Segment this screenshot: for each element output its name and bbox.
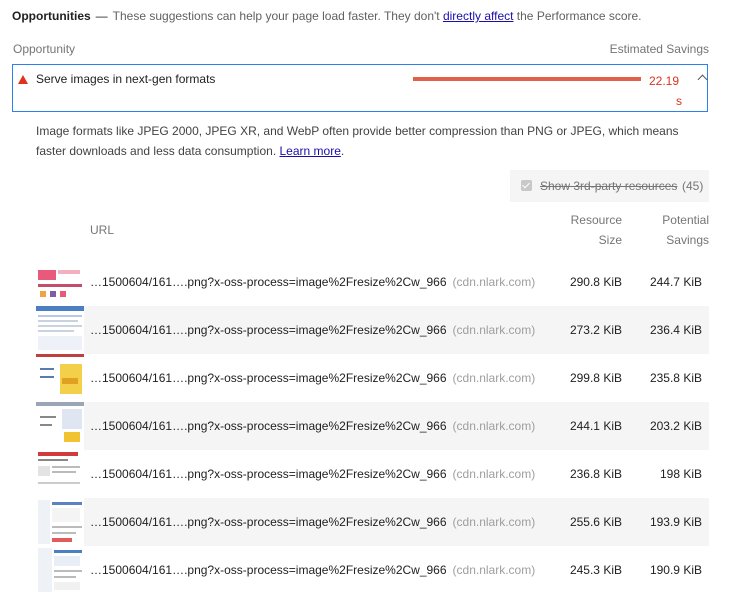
savings-bar (413, 77, 641, 81)
url-host: (cdn.nlark.com) (452, 515, 536, 529)
url-host: (cdn.nlark.com) (452, 323, 536, 337)
table-row: …1500604/161….png?x-oss-process=image%2F… (36, 498, 709, 546)
resource-url[interactable]: …1500604/161….png?x-oss-process=image%2F… (90, 563, 535, 577)
table-row: …1500604/161….png?x-oss-process=image%2F… (36, 354, 709, 402)
opportunity-title: Serve images in next-gen formats (36, 72, 216, 86)
learn-more-link[interactable]: Learn more (280, 144, 341, 158)
image-thumbnail (36, 402, 84, 450)
resource-size: 273.2 KiB (569, 323, 622, 337)
potential-savings: 203.2 KiB (649, 419, 702, 433)
potential-savings-header-line1: Potential (662, 213, 709, 227)
resource-size: 245.3 KiB (569, 563, 622, 577)
resource-size: 299.8 KiB (569, 371, 622, 385)
savings-number: 22.19 (649, 74, 680, 88)
table-row: …1500604/161….png?x-oss-process=image%2F… (36, 258, 709, 306)
description-text-pre: These suggestions can help your page loa… (112, 9, 440, 23)
checkbox-checked-icon[interactable] (521, 180, 532, 191)
opportunities-header: Opportunities — These suggestions can help… (12, 8, 712, 24)
potential-savings-column-header: Potential Savings (640, 210, 709, 250)
potential-savings: 244.7 KiB (649, 275, 702, 289)
column-headers: Opportunity Estimated Savings (13, 42, 709, 56)
url-text: …1500604/161….png?x-oss-process=image%2F… (90, 419, 447, 433)
url-host: (cdn.nlark.com) (452, 275, 536, 289)
table-row: …1500604/161….png?x-oss-process=image%2F… (36, 402, 709, 450)
opportunity-column-header: Opportunity (13, 42, 76, 56)
estimated-savings-column-header: Estimated Savings (609, 42, 709, 56)
description-text-post: the Performance score. (516, 9, 642, 23)
potential-savings: 235.8 KiB (649, 371, 702, 385)
url-text: …1500604/161….png?x-oss-process=image%2F… (90, 563, 447, 577)
title-separator: — (95, 9, 108, 23)
warning-triangle-icon (18, 75, 28, 84)
table-row: …1500604/161….png?x-oss-process=image%2F… (36, 450, 709, 498)
resource-table: …1500604/161….png?x-oss-process=image%2F… (36, 258, 709, 594)
image-thumbnail (36, 306, 84, 354)
section-title: Opportunities (12, 9, 91, 23)
image-thumbnail (36, 546, 84, 594)
url-host: (cdn.nlark.com) (452, 371, 536, 385)
resource-url[interactable]: …1500604/161….png?x-oss-process=image%2F… (90, 467, 535, 481)
url-text: …1500604/161….png?x-oss-process=image%2F… (90, 371, 447, 385)
potential-savings: 236.4 KiB (649, 323, 702, 337)
resource-size: 290.8 KiB (569, 275, 622, 289)
potential-savings: 193.9 KiB (649, 515, 702, 529)
section-description: These suggestions can help your page loa… (113, 9, 642, 23)
details-period: . (340, 144, 345, 158)
resource-size-column-header: Resource Size (560, 210, 622, 250)
image-thumbnail (36, 450, 84, 498)
url-host: (cdn.nlark.com) (452, 467, 536, 481)
third-party-filter[interactable]: Show 3rd-party resources (45) (510, 170, 709, 202)
url-text: …1500604/161….png?x-oss-process=image%2F… (90, 275, 447, 289)
potential-savings-header-line2: Savings (666, 233, 709, 247)
savings-bar-fill (413, 77, 641, 81)
savings-unit: s (676, 94, 682, 108)
table-row: …1500604/161….png?x-oss-process=image%2F… (36, 546, 709, 594)
resource-url[interactable]: …1500604/161….png?x-oss-process=image%2F… (90, 515, 535, 529)
resource-size: 244.1 KiB (569, 419, 622, 433)
image-thumbnail (36, 354, 84, 402)
resource-size: 255.6 KiB (569, 515, 622, 529)
details-text: Image formats like JPEG 2000, JPEG XR, a… (36, 124, 679, 158)
opportunity-item-next-gen-formats[interactable]: Serve images in next-gen formats 22.19 s (12, 64, 708, 112)
resource-size: 236.8 KiB (569, 467, 622, 481)
image-thumbnail (36, 258, 84, 306)
directly-affect-link[interactable]: directly affect (443, 9, 513, 23)
chevron-up-icon[interactable] (697, 74, 708, 85)
potential-savings: 198 KiB (659, 467, 702, 481)
resource-url[interactable]: …1500604/161….png?x-oss-process=image%2F… (90, 371, 535, 385)
table-row: …1500604/161….png?x-oss-process=image%2F… (36, 306, 709, 354)
resource-url[interactable]: …1500604/161….png?x-oss-process=image%2F… (90, 275, 535, 289)
url-text: …1500604/161….png?x-oss-process=image%2F… (90, 323, 447, 337)
resource-url[interactable]: …1500604/161….png?x-oss-process=image%2F… (90, 419, 535, 433)
potential-savings: 190.9 KiB (649, 563, 702, 577)
third-party-count: (45) (682, 179, 704, 193)
url-text: …1500604/161….png?x-oss-process=image%2F… (90, 515, 447, 529)
estimated-savings-value: 22.19 s (649, 71, 687, 111)
opportunity-details-description: Image formats like JPEG 2000, JPEG XR, a… (36, 121, 708, 161)
url-host: (cdn.nlark.com) (452, 563, 536, 577)
url-text: …1500604/161….png?x-oss-process=image%2F… (90, 467, 447, 481)
image-thumbnail (36, 498, 84, 546)
resource-size-header-line1: Resource (570, 213, 622, 227)
url-host: (cdn.nlark.com) (452, 419, 536, 433)
url-column-header: URL (90, 223, 115, 237)
resource-size-header-line2: Size (598, 233, 622, 247)
third-party-filter-label: Show 3rd-party resources (540, 179, 678, 193)
resource-url[interactable]: …1500604/161….png?x-oss-process=image%2F… (90, 323, 535, 337)
